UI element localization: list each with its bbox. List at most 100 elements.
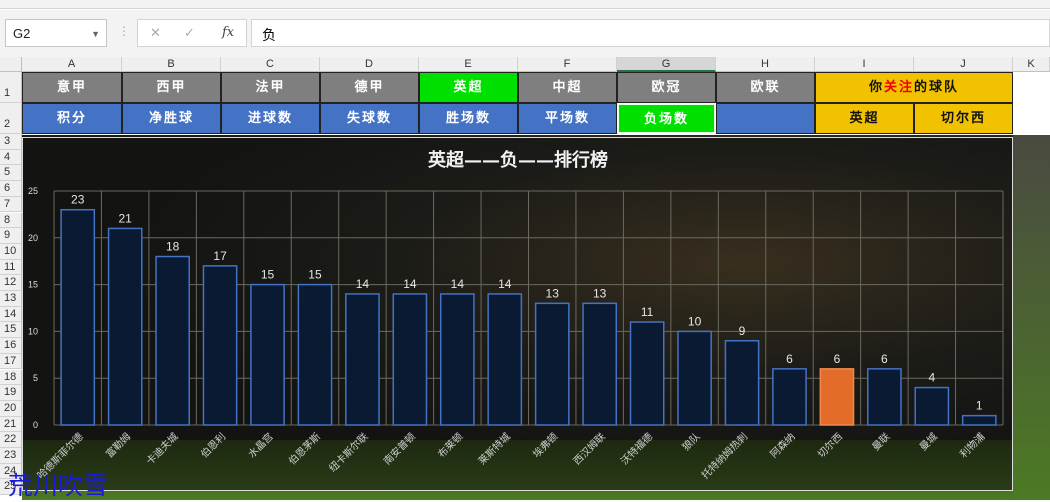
- data-label: 15: [308, 268, 322, 282]
- bar: [582, 302, 618, 426]
- select-all-corner[interactable]: [0, 57, 22, 72]
- data-label: 18: [166, 240, 180, 254]
- chart-title: 英超——负——排行榜: [427, 149, 608, 171]
- row-header-16[interactable]: 16: [0, 338, 22, 354]
- column-header-B[interactable]: B: [122, 57, 221, 72]
- x-category-label: 莱斯特城: [475, 430, 512, 467]
- stat-cell-0[interactable]: 积分: [22, 103, 122, 134]
- row-header-9[interactable]: 9: [0, 228, 22, 244]
- stat-cell-6[interactable]: 负场数: [617, 103, 716, 134]
- y-tick-label: 25: [28, 186, 38, 196]
- column-header-E[interactable]: E: [419, 57, 518, 72]
- data-label: 14: [451, 277, 465, 291]
- league-cell-2[interactable]: 法甲: [221, 72, 320, 103]
- row-header-22[interactable]: 22: [0, 432, 22, 448]
- stat-cell-2[interactable]: 进球数: [221, 103, 320, 134]
- column-header-D[interactable]: D: [320, 57, 419, 72]
- data-label: 14: [356, 277, 370, 291]
- y-tick-label: 0: [33, 420, 38, 430]
- chart[interactable]: 英超——负——排行榜 0 5 10 15 20 25 23 哈德斯菲尔德 21 富勒姆 18 卡迪夫城 1…: [22, 137, 1013, 491]
- row-header-14[interactable]: 14: [0, 306, 22, 323]
- stat-cell-4[interactable]: 胜场数: [419, 103, 518, 134]
- league-cell-3[interactable]: 德甲: [320, 72, 419, 103]
- league-cell-6[interactable]: 欧冠: [617, 72, 716, 103]
- chevron-down-icon[interactable]: ▼: [91, 29, 100, 39]
- x-category-label: 伯恩利: [198, 430, 228, 460]
- row-header-4[interactable]: 4: [0, 149, 22, 166]
- enter-icon[interactable]: ✓: [184, 25, 195, 41]
- formula-input[interactable]: 负: [251, 19, 1050, 47]
- formula-buttons: ✕ ✓ fx: [137, 19, 247, 47]
- x-category-label: 西汉姆联: [570, 430, 607, 467]
- row-header-18[interactable]: 18: [0, 369, 22, 386]
- follow-league-cell[interactable]: 英超: [815, 103, 914, 134]
- row-header-15[interactable]: 15: [0, 322, 22, 339]
- cancel-icon[interactable]: ✕: [150, 25, 161, 41]
- row-header-23[interactable]: 23: [0, 448, 22, 464]
- column-header-G[interactable]: G: [617, 57, 716, 72]
- bar: [819, 368, 855, 426]
- data-label: 6: [881, 352, 888, 366]
- bar: [724, 340, 760, 426]
- row-header-2[interactable]: 2: [0, 103, 22, 134]
- bar: [60, 208, 96, 426]
- bar: [534, 302, 570, 426]
- league-cell-5[interactable]: 中超: [518, 72, 617, 103]
- column-header-F[interactable]: F: [518, 57, 617, 72]
- data-label: 1: [976, 399, 983, 413]
- x-category-label: 伯恩茅斯: [286, 430, 323, 467]
- background-edge: [1013, 135, 1050, 500]
- league-cell-7[interactable]: 欧联: [716, 72, 815, 103]
- x-category-label: 托特纳姆热刺: [699, 430, 751, 482]
- row-header-12[interactable]: 12: [0, 275, 22, 291]
- bar: [439, 293, 475, 426]
- row-header-5[interactable]: 5: [0, 165, 22, 182]
- bar: [345, 293, 380, 426]
- y-tick-label: 5: [33, 373, 38, 383]
- follow-team-cell[interactable]: 切尔西: [914, 103, 1013, 134]
- league-cell-4[interactable]: 英超: [419, 72, 518, 103]
- row-header-13[interactable]: 13: [0, 291, 22, 307]
- row-header-20[interactable]: 20: [0, 400, 22, 417]
- name-box[interactable]: G2 ▼: [5, 19, 107, 47]
- row-header-11[interactable]: 11: [0, 259, 22, 276]
- league-cell-0[interactable]: 意甲: [22, 72, 122, 103]
- stat-cell-5[interactable]: 平场数: [518, 103, 617, 134]
- bar: [107, 227, 143, 426]
- bar: [250, 283, 285, 426]
- column-header-C[interactable]: C: [221, 57, 320, 72]
- x-category-label: 曼城: [917, 431, 940, 454]
- insert-function-icon[interactable]: fx: [222, 25, 234, 40]
- row-header-3[interactable]: 3: [0, 134, 22, 150]
- row-header-6[interactable]: 6: [0, 181, 22, 197]
- row-header-1[interactable]: 1: [0, 72, 22, 103]
- ribbon: [0, 0, 1050, 9]
- bar: [961, 414, 997, 426]
- column-header-A[interactable]: A: [22, 57, 122, 72]
- row-header-8[interactable]: 8: [0, 212, 22, 229]
- bar: [867, 368, 902, 426]
- x-category-label: 南安普顿: [381, 430, 418, 467]
- row-header-17[interactable]: 17: [0, 353, 22, 370]
- data-label: 14: [403, 277, 417, 291]
- stat-cell-1[interactable]: 净胜球: [122, 103, 221, 134]
- league-cell-1[interactable]: 西甲: [122, 72, 221, 103]
- y-tick-label: 20: [28, 233, 38, 243]
- row-header-19[interactable]: 19: [0, 385, 22, 401]
- row-header-7[interactable]: 7: [0, 196, 22, 213]
- stat-cell-3[interactable]: 失球数: [320, 103, 419, 134]
- drag-handle-icon[interactable]: ⋮: [118, 24, 130, 38]
- column-header-I[interactable]: I: [815, 57, 914, 72]
- column-header-J[interactable]: J: [914, 57, 1013, 72]
- row-header-10[interactable]: 10: [0, 243, 22, 260]
- column-header-K[interactable]: K: [1013, 57, 1050, 72]
- bar: [487, 293, 523, 426]
- column-header-H[interactable]: H: [716, 57, 815, 72]
- x-category-label: 布莱顿: [435, 430, 465, 460]
- follow-highlight: 关注: [883, 80, 914, 95]
- follow-team-header[interactable]: 你关注的球队: [815, 72, 1013, 103]
- bar: [677, 330, 712, 426]
- stat-cell-7[interactable]: [716, 103, 815, 134]
- data-label: 10: [688, 314, 702, 328]
- row-header-21[interactable]: 21: [0, 416, 22, 433]
